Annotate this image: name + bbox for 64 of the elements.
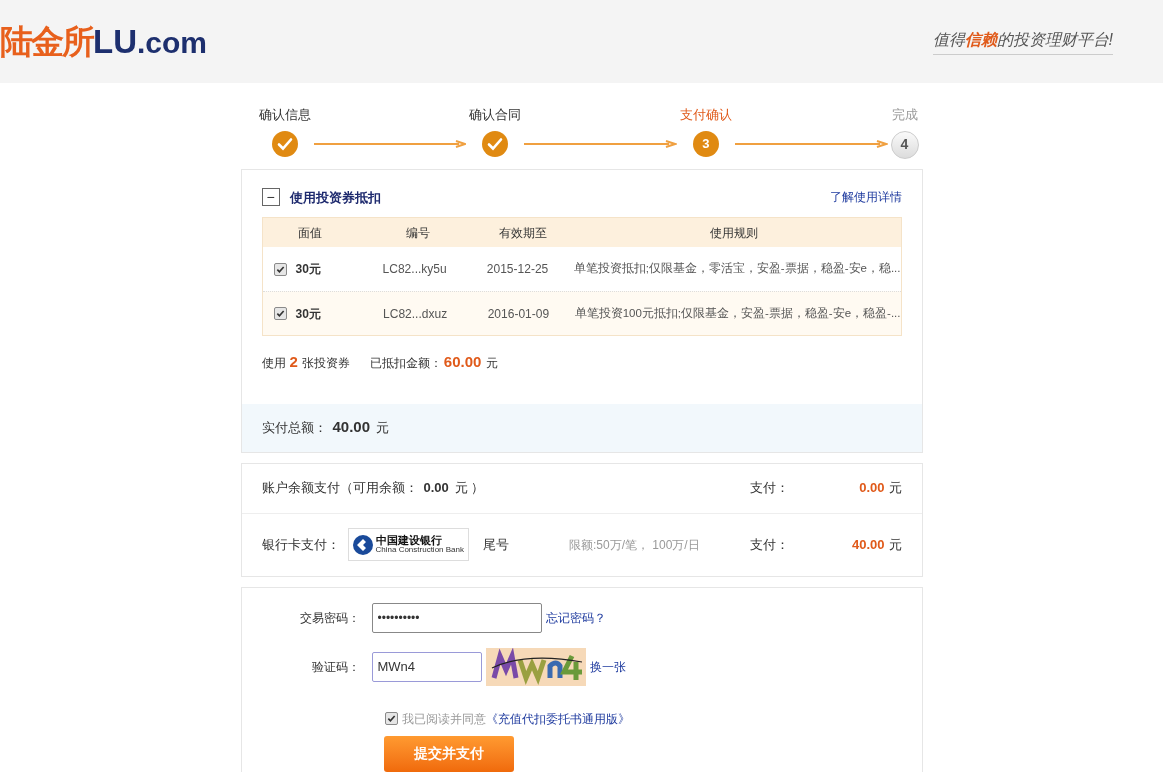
step-label: 确认信息: [258, 106, 311, 124]
unit-text: 元: [376, 418, 390, 437]
table-cell-text: 单笔投资抵扣;仅限基金，零活宝，安盈-票据，稳盈-安e，稳...: [572, 261, 901, 277]
step-label: 确认合同: [469, 106, 522, 124]
step-label: 支付确认: [679, 106, 732, 124]
payment-label: 银行卡支付：: [261, 535, 340, 554]
balance-amount: 0.00: [423, 479, 449, 498]
column-header: 编号: [404, 224, 431, 242]
logo-mark: 陆金所: [0, 25, 93, 58]
details-link[interactable]: 了解使用详情: [829, 188, 902, 207]
refresh-captcha-link[interactable]: 换一张: [589, 657, 626, 676]
unit-text: 元: [888, 479, 902, 498]
table-cell-text: 30元: [295, 305, 321, 323]
step-label: 完成: [891, 106, 918, 124]
pay-label: 支付：: [749, 479, 790, 498]
column-header: 面值: [297, 224, 323, 242]
card-tail-label: 尾号: [483, 535, 510, 554]
table-cell-text: 单笔投资100元抵扣;仅限基金，安盈-票据，稳盈-安e，稳盈-...: [573, 305, 901, 321]
collapse-button[interactable]: −: [261, 188, 280, 207]
logo-domain: .com: [137, 28, 208, 58]
table-cell-text: LC82...dxuz: [382, 305, 449, 323]
summary-text: 使用: [261, 355, 286, 372]
pay-amount: 40.00: [850, 535, 885, 554]
column-header: 使用规则: [709, 224, 759, 242]
field-label: 验证码：: [310, 658, 361, 676]
bank-name: 中国建设银行: [375, 535, 443, 546]
column-header: 有效期至: [497, 224, 548, 242]
coupon-row[interactable]: 30元 LC82...dxuz 2016-01-09 单笔投资100元抵扣;仅限基金，安盈-票据，稳盈-安e，稳盈-...: [262, 291, 901, 335]
pay-label: 支付：: [749, 535, 790, 554]
captcha-field[interactable]: MWn4: [371, 651, 482, 682]
section-title: 使用投资券抵扣: [289, 188, 381, 207]
coupon-count: 2: [289, 352, 298, 372]
step-number: 3: [692, 130, 719, 157]
field-label: 交易密码：: [298, 609, 361, 627]
arrow-icon: [734, 139, 888, 148]
bank-name-english: China Construction Bank: [375, 546, 464, 554]
forgot-password-link[interactable]: 忘记密码？: [545, 608, 606, 627]
agreement-text: 我已阅读并同意: [401, 710, 486, 728]
total-amount: 40.00: [332, 417, 371, 438]
unit-text: 元: [888, 535, 902, 554]
total-label: 实付总额：: [261, 418, 327, 437]
checkbox[interactable]: [273, 262, 287, 276]
checkbox[interactable]: [273, 307, 287, 320]
agreement-link[interactable]: 《充值代扣委托书通用版》: [485, 709, 630, 728]
logo-wordmark: LU: [93, 25, 137, 58]
limit-text: 限额:50万/笔， 100万/日: [569, 536, 700, 554]
step-number: 4: [890, 130, 919, 159]
slogan: 值得信赖的投资理财平台!: [932, 28, 1113, 55]
pay-amount: 0.00: [858, 479, 885, 498]
payment-label: 账户余额支付（可用余额：: [261, 479, 418, 498]
arrow-icon: [313, 139, 467, 148]
arrow-icon: [524, 139, 677, 148]
password-field[interactable]: ••••••••••: [371, 602, 542, 633]
deducted-amount: 60.00: [443, 352, 482, 372]
table-cell-text: 2015-12-25: [485, 261, 550, 278]
table-cell-text: 30元: [295, 261, 321, 278]
summary-text: 张投资券: [301, 355, 350, 372]
table-cell-text: 2016-01-09: [486, 305, 551, 323]
unit-text: 元 ）: [454, 479, 485, 498]
table-cell-text: LC82...ky5u: [381, 261, 448, 278]
deducted-label: 已抵扣金额：: [369, 355, 442, 372]
bank-emblem-icon: [352, 534, 373, 555]
checkbox[interactable]: [384, 712, 398, 725]
unit-text: 元: [486, 355, 499, 372]
